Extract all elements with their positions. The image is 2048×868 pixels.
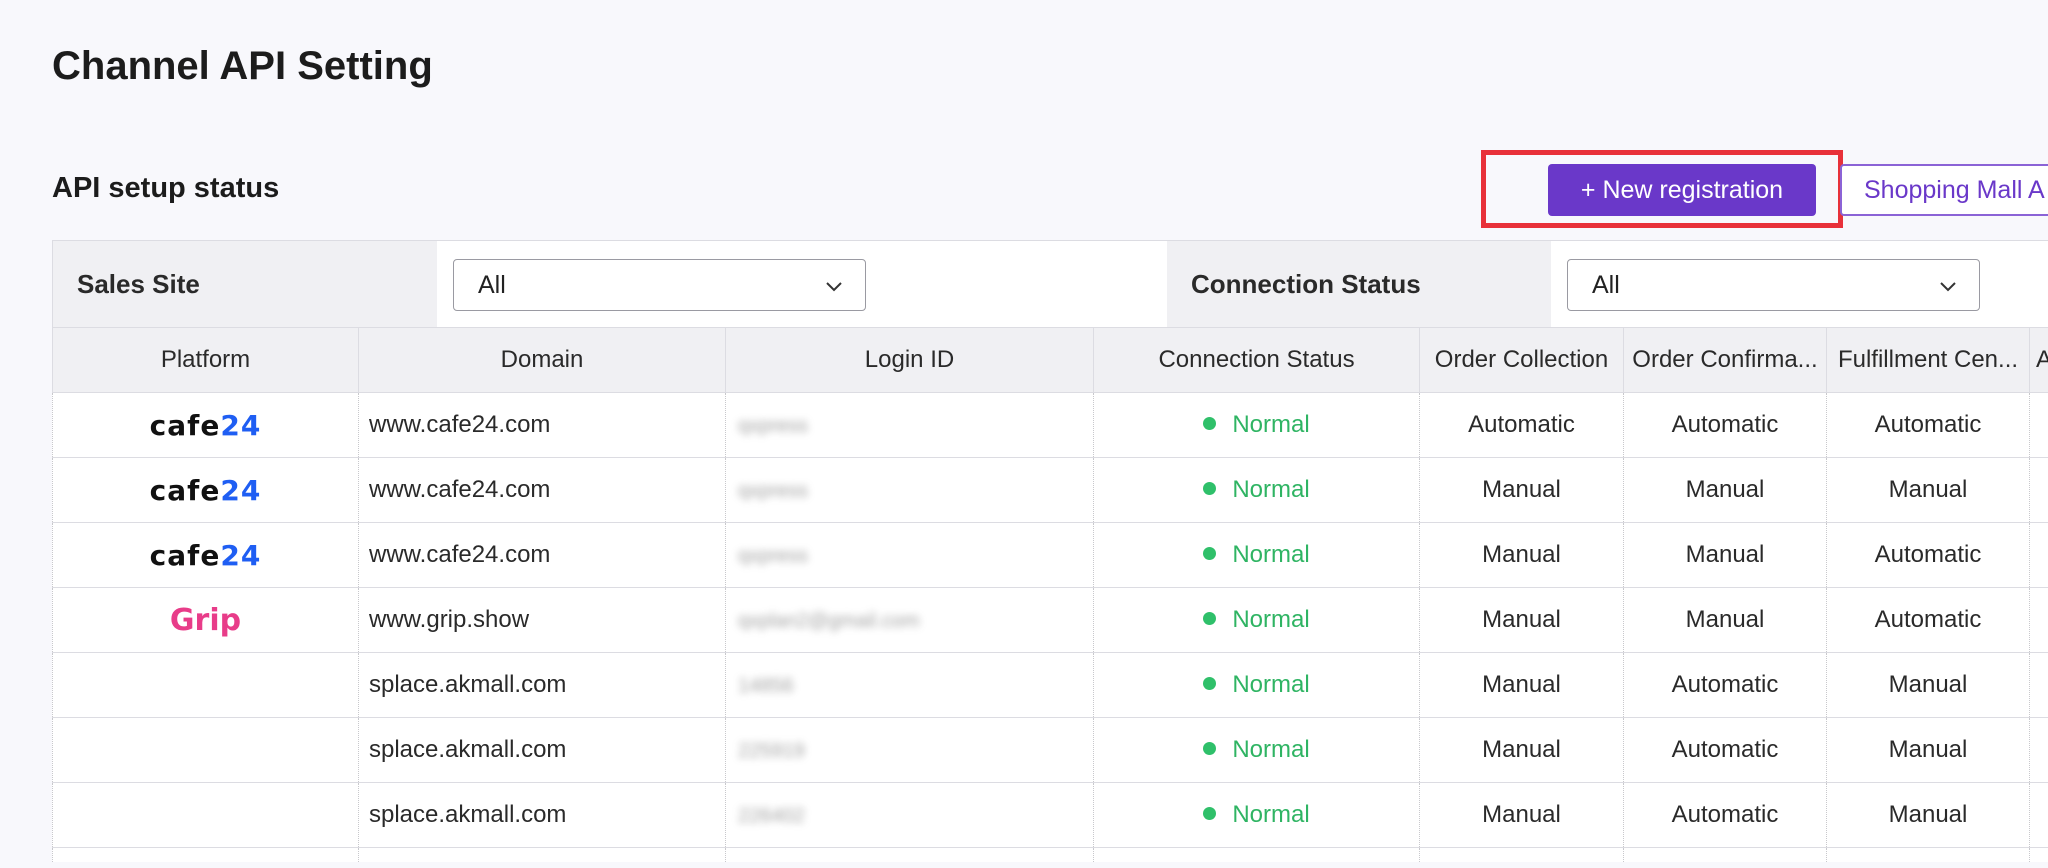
table-row[interactable]: cafe24 www.cafe24.com qxpress Normal Aut… [52, 392, 2048, 458]
connection-status-cell: Normal [1093, 392, 1420, 458]
platform-logo-cafe24: cafe24 [52, 522, 359, 588]
table-row[interactable]: splace.akmall.com 226402 Normal Manual A… [52, 782, 2048, 848]
platform-logo-cafe24: cafe24 [52, 392, 359, 458]
section-title: API setup status [52, 172, 280, 204]
fulfillment-cell: Manual [1826, 782, 2030, 848]
chevron-down-icon [826, 282, 842, 292]
connection-status-cell: Normal [1093, 522, 1420, 588]
order-collection-cell: Automatic [1419, 392, 1624, 458]
table-row[interactable]: cafe24 www.cafe24.com qxpress Normal Man… [52, 457, 2048, 523]
fulfillment-cell: Automatic [1826, 587, 2030, 653]
fulfillment-cell: Manual [1826, 652, 2030, 718]
login-id-cell: qxpress [725, 522, 1094, 588]
status-dot-icon [1203, 807, 1217, 821]
status-dot-icon [1203, 482, 1217, 496]
column-header-platform[interactable]: Platform [52, 327, 359, 393]
order-confirmation-cell: Automatic [1623, 392, 1827, 458]
order-confirmation-cell: Manual [1623, 457, 1827, 523]
login-id-cell: qxpress [725, 392, 1094, 458]
login-id-cell: qxpress [725, 457, 1094, 523]
domain-cell: www.cafe24.com [358, 457, 726, 523]
column-header-order-collection[interactable]: Order Collection [1419, 327, 1624, 393]
login-id-cell: 14856 [725, 652, 1094, 718]
platform-cell [52, 782, 359, 848]
status-dot-icon [1203, 677, 1217, 691]
order-confirmation-cell: Automatic [1623, 717, 1827, 783]
domain-cell: splace.akmall.com [358, 717, 726, 783]
au-cell [2029, 587, 2048, 653]
order-confirmation-cell: Manual [1623, 587, 1827, 653]
platform-cell [52, 717, 359, 783]
domain-cell: splace.akmall.com [358, 652, 726, 718]
column-header-domain[interactable]: Domain [358, 327, 726, 393]
status-dot-icon [1203, 742, 1217, 756]
table-row[interactable]: Grip www.grip.show qxplan2@gmail.com Nor… [52, 587, 2048, 653]
sales-site-select[interactable]: All [453, 259, 866, 311]
au-cell [2029, 392, 2048, 458]
login-id-cell: 225919 [725, 717, 1094, 783]
connection-status-select-value: All [1592, 271, 1620, 299]
fulfillment-cell: Automatic [1826, 392, 2030, 458]
column-header-login-id[interactable]: Login ID [725, 327, 1094, 393]
chevron-down-icon [1940, 282, 1956, 292]
new-registration-button[interactable]: + New registration [1548, 164, 1816, 216]
order-confirmation-cell: Automatic [1623, 652, 1827, 718]
au-cell [2029, 717, 2048, 783]
order-collection-cell: Manual [1419, 587, 1624, 653]
table-row-partial [52, 847, 2048, 862]
domain-cell: www.cafe24.com [358, 392, 726, 458]
connection-status-cell: Normal [1093, 652, 1420, 718]
api-status-table: Platform Domain Login ID Connection Stat… [52, 327, 2048, 862]
domain-cell: www.grip.show [358, 587, 726, 653]
domain-cell: splace.akmall.com [358, 782, 726, 848]
shopping-mall-button[interactable]: Shopping Mall A [1840, 164, 2048, 216]
connection-status-cell: Normal [1093, 782, 1420, 848]
order-collection-cell: Manual [1419, 652, 1624, 718]
au-cell [2029, 652, 2048, 718]
login-id-cell: qxplan2@gmail.com [725, 587, 1094, 653]
domain-cell: www.cafe24.com [358, 522, 726, 588]
platform-cell [52, 652, 359, 718]
fulfillment-cell: Manual [1826, 457, 2030, 523]
fulfillment-cell: Automatic [1826, 522, 2030, 588]
filter-panel: Sales Site All Connection Status All [52, 240, 2048, 328]
order-confirmation-cell: Automatic [1623, 782, 1827, 848]
order-confirmation-cell: Manual [1623, 522, 1827, 588]
status-dot-icon [1203, 612, 1217, 626]
table-row[interactable]: splace.akmall.com 14856 Normal Manual Au… [52, 652, 2048, 718]
au-cell [2029, 782, 2048, 848]
fulfillment-cell: Manual [1826, 717, 2030, 783]
connection-status-select[interactable]: All [1567, 259, 1980, 311]
page-title: Channel API Setting [52, 44, 433, 88]
column-header-order-confirmation[interactable]: Order Confirma... [1623, 327, 1827, 393]
column-header-connection-status[interactable]: Connection Status [1093, 327, 1420, 393]
au-cell [2029, 522, 2048, 588]
table-row[interactable]: splace.akmall.com 225919 Normal Manual A… [52, 717, 2048, 783]
connection-status-cell: Normal [1093, 587, 1420, 653]
status-dot-icon [1203, 547, 1217, 561]
connection-status-label: Connection Status [1167, 241, 1551, 327]
order-collection-cell: Manual [1419, 457, 1624, 523]
connection-status-cell: Normal [1093, 717, 1420, 783]
sales-site-label: Sales Site [53, 241, 437, 327]
login-id-cell: 226402 [725, 782, 1094, 848]
platform-logo-cafe24: cafe24 [52, 457, 359, 523]
column-header-fulfillment-center[interactable]: Fulfillment Cen... [1826, 327, 2030, 393]
table-header-row: Platform Domain Login ID Connection Stat… [52, 327, 2048, 393]
table-row[interactable]: cafe24 www.cafe24.com qxpress Normal Man… [52, 522, 2048, 588]
au-cell [2029, 457, 2048, 523]
platform-logo-grip: Grip [52, 587, 359, 653]
order-collection-cell: Manual [1419, 782, 1624, 848]
order-collection-cell: Manual [1419, 522, 1624, 588]
status-dot-icon [1203, 417, 1217, 431]
connection-status-cell: Normal [1093, 457, 1420, 523]
order-collection-cell: Manual [1419, 717, 1624, 783]
column-header-au[interactable]: Au [2029, 327, 2048, 393]
sales-site-select-value: All [478, 271, 506, 299]
